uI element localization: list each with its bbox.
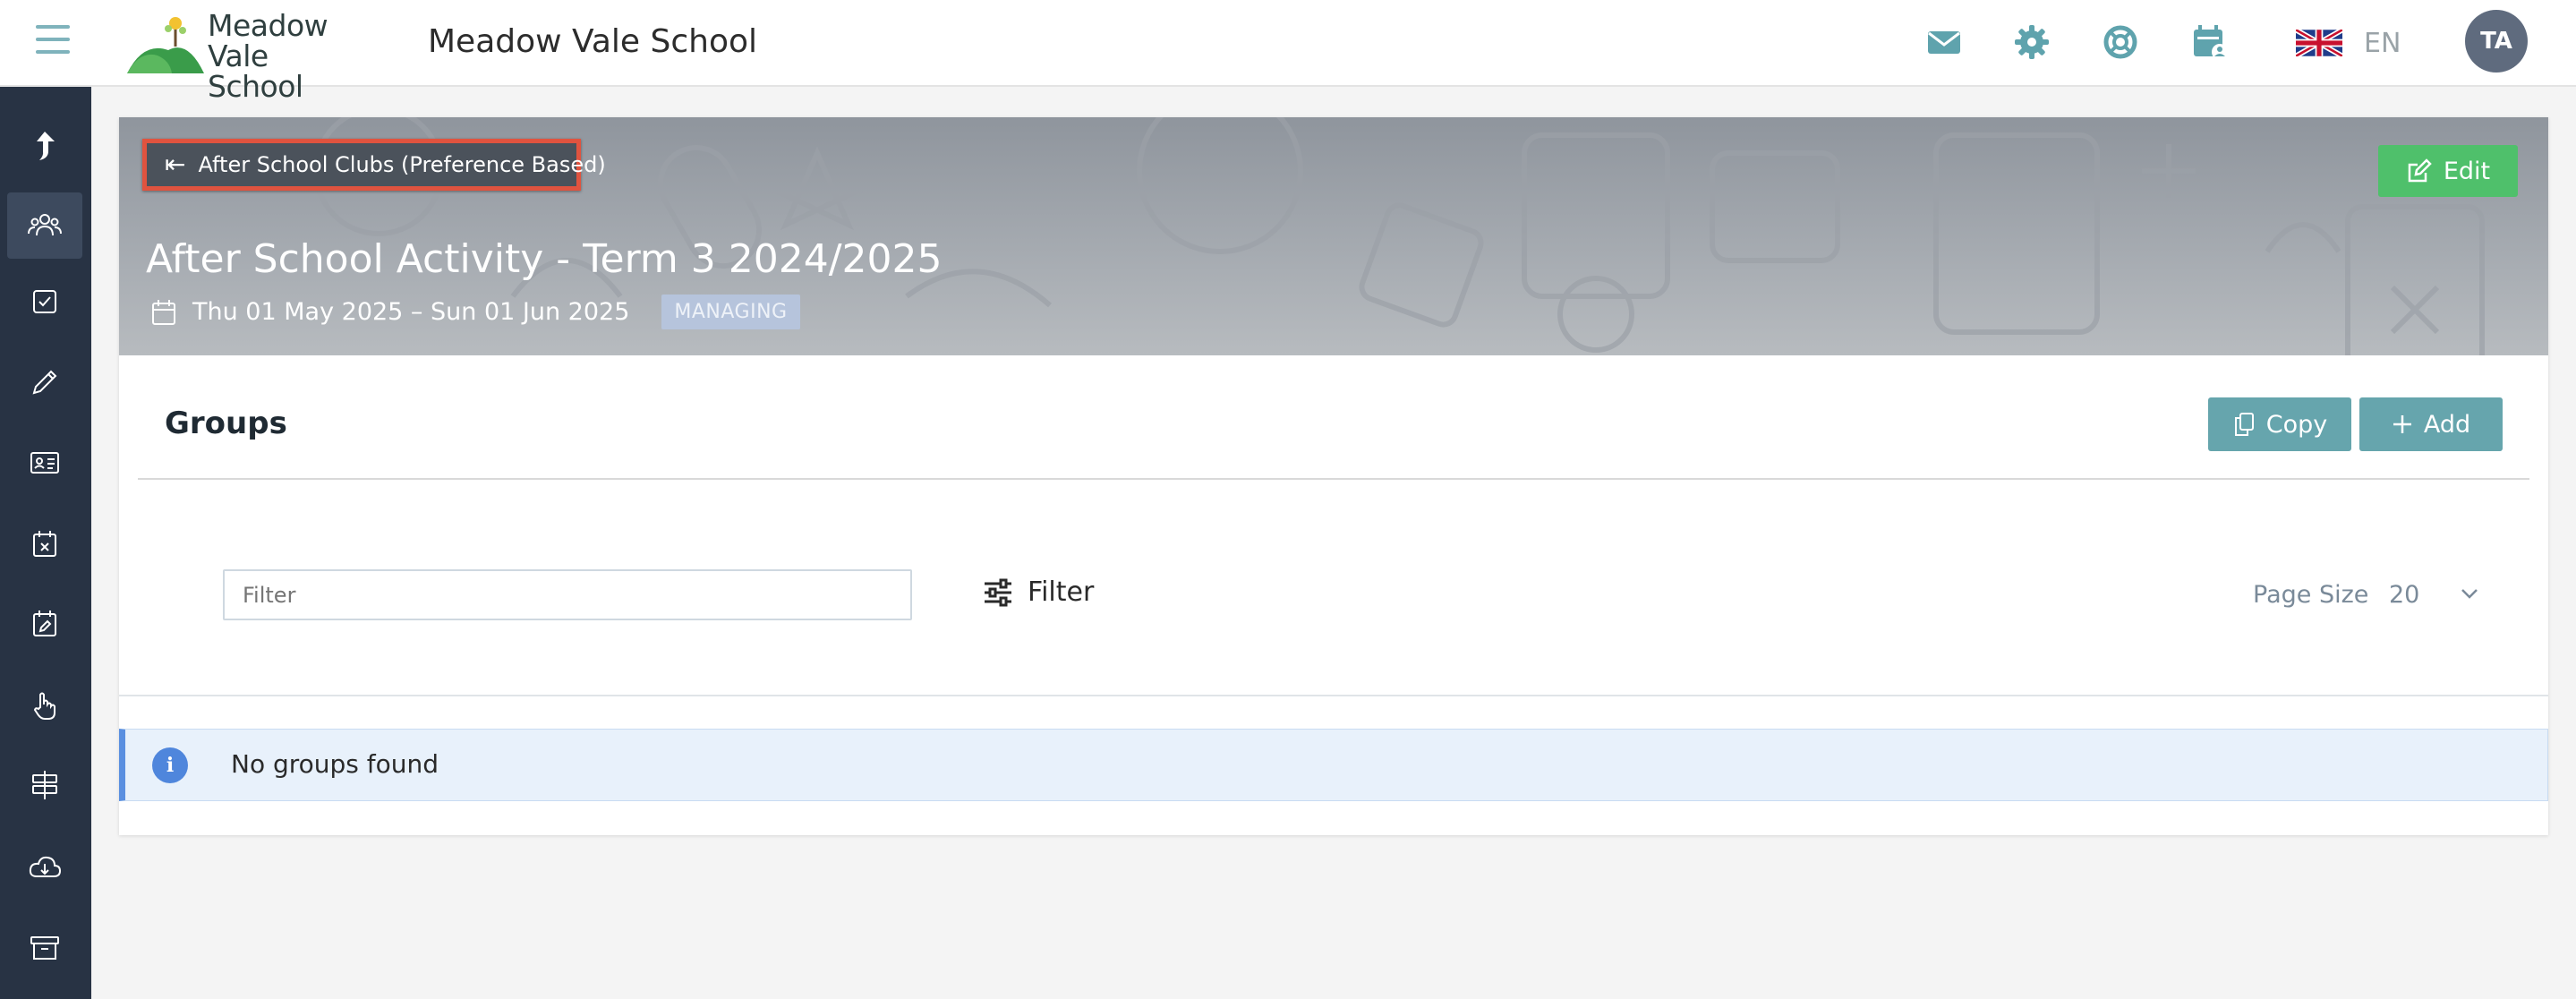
sliders-icon	[985, 578, 1011, 606]
uk-flag-icon	[2296, 30, 2342, 56]
section-divider	[138, 478, 2529, 480]
status-badge: MANAGING	[661, 295, 800, 329]
sidebar-item-id-card[interactable]	[7, 430, 82, 496]
share-arrow-icon	[37, 132, 55, 160]
date-range: Thu 01 May 2025 – Sun 01 Jun 2025	[192, 298, 630, 326]
add-button[interactable]: Add	[2359, 397, 2503, 451]
hand-pointer-icon	[33, 692, 55, 720]
edit-button-label: Edit	[2443, 157, 2491, 185]
pencil-icon	[32, 370, 57, 395]
back-arrow-icon: ⇤	[165, 149, 186, 179]
page-size-label: Page Size	[2253, 581, 2369, 609]
info-icon: i	[152, 747, 188, 783]
checkbox-icon	[33, 290, 56, 313]
sidebar-item-directions[interactable]	[7, 752, 82, 818]
logo-line-2: Vale School	[208, 38, 303, 104]
logo-hills-icon	[127, 17, 204, 73]
school-logo[interactable]: Meadow Vale School	[125, 8, 367, 102]
sidebar-item-download[interactable]	[7, 834, 82, 901]
back-link-label: After School Clubs (Preference Based)	[198, 152, 606, 177]
filter-button[interactable]: Filter	[983, 576, 1094, 608]
logo-line-1: Meadow	[208, 8, 328, 43]
language-selector[interactable]: EN	[2296, 25, 2401, 61]
calendar-icon	[152, 299, 175, 325]
sidebar-item-activities[interactable]	[7, 672, 82, 739]
activity-banner: ⇤ After School Clubs (Preference Based) …	[119, 117, 2548, 355]
chevron-down-icon[interactable]	[2459, 586, 2480, 601]
edit-button[interactable]: Edit	[2378, 145, 2518, 197]
groups-heading: Groups	[165, 406, 287, 441]
page-size-select[interactable]: 20	[2389, 581, 2419, 609]
empty-state-alert: i No groups found	[119, 729, 2548, 801]
signpost-icon	[32, 771, 57, 799]
menu-icon[interactable]	[36, 25, 70, 56]
cloud-download-icon	[29, 856, 62, 877]
gear-icon[interactable]	[2009, 20, 2054, 64]
sidebar-item-write[interactable]	[7, 349, 82, 415]
copy-icon	[2234, 413, 2254, 436]
sidebar-item-tasks[interactable]	[7, 269, 82, 335]
calendar-user-icon[interactable]	[2187, 20, 2231, 64]
list-divider	[119, 695, 2548, 696]
filter-input[interactable]	[223, 569, 912, 620]
school-name: Meadow Vale School	[428, 23, 758, 60]
page-title: After School Activity - Term 3 2024/2025	[146, 236, 943, 282]
plus-icon	[2393, 415, 2411, 433]
filter-button-label: Filter	[1028, 576, 1095, 608]
add-button-label: Add	[2423, 410, 2471, 439]
activity-card: ⇤ After School Clubs (Preference Based) …	[119, 117, 2548, 835]
user-avatar[interactable]: TA	[2465, 10, 2528, 73]
edit-icon	[2408, 158, 2432, 183]
mail-icon[interactable]	[1922, 20, 1966, 64]
sidebar-item-absence[interactable]	[7, 511, 82, 577]
sidebar-item-groups[interactable]	[7, 192, 82, 259]
archive-icon	[30, 936, 59, 960]
lifebuoy-icon[interactable]	[2098, 20, 2143, 64]
sidebar-item-archive[interactable]	[7, 915, 82, 981]
calendar-edit-icon	[33, 610, 56, 636]
back-to-parent-link[interactable]: ⇤ After School Clubs (Preference Based)	[142, 139, 606, 191]
empty-state-message: No groups found	[231, 749, 439, 779]
sidebar-item-booking[interactable]	[7, 591, 82, 657]
calendar-x-icon	[33, 531, 56, 557]
sidebar-item-share[interactable]	[7, 113, 82, 179]
users-icon	[28, 214, 62, 236]
sidebar	[0, 87, 91, 999]
language-code: EN	[2364, 27, 2401, 59]
id-card-icon	[30, 452, 59, 474]
top-bar: Meadow Vale School Meadow Vale School EN…	[0, 0, 2576, 102]
copy-button-label: Copy	[2265, 410, 2328, 439]
copy-button[interactable]: Copy	[2208, 397, 2351, 451]
date-range-row: Thu 01 May 2025 – Sun 01 Jun 2025 MANAGI…	[151, 295, 800, 329]
